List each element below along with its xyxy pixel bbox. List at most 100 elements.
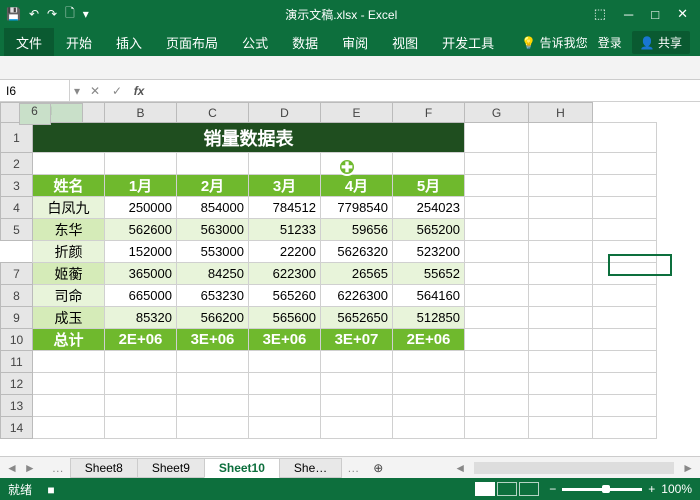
row-header-1[interactable]: 1: [1, 123, 33, 153]
cell[interactable]: [529, 285, 593, 307]
row-header-7[interactable]: 7: [1, 263, 33, 285]
total-cell[interactable]: 3E+06: [249, 329, 321, 351]
new-icon[interactable]: 🗋: [65, 4, 75, 25]
cell[interactable]: [465, 175, 529, 197]
row-header-10[interactable]: 10: [1, 329, 33, 351]
sheet-dots-right[interactable]: …: [341, 461, 365, 475]
share-button[interactable]: 👤 共享: [632, 31, 690, 54]
cell[interactable]: [105, 373, 177, 395]
name-cell[interactable]: 白凤九: [33, 197, 105, 219]
data-cell[interactable]: 854000: [177, 197, 249, 219]
tab-开始[interactable]: 开始: [54, 28, 104, 56]
data-cell[interactable]: 665000: [105, 285, 177, 307]
cell[interactable]: [593, 175, 657, 197]
cell[interactable]: [321, 417, 393, 439]
cell[interactable]: [321, 351, 393, 373]
cell[interactable]: [593, 417, 657, 439]
tab-公式[interactable]: 公式: [230, 28, 280, 56]
spreadsheet-grid[interactable]: ABCDEFGHI1销量数据表23姓名1月2月3月4月5月4白凤九2500008…: [0, 102, 700, 456]
cell[interactable]: [593, 373, 657, 395]
zoom-in-icon[interactable]: +: [648, 482, 655, 496]
col-header-C[interactable]: C: [177, 103, 249, 123]
data-cell[interactable]: 51233: [249, 219, 321, 241]
sheet-tab-Sheet10[interactable]: Sheet10: [204, 458, 280, 478]
col-header-G[interactable]: G: [465, 103, 529, 123]
data-cell[interactable]: 254023: [393, 197, 465, 219]
cell[interactable]: [593, 123, 657, 153]
zoom-level[interactable]: 100%: [661, 482, 692, 496]
cell[interactable]: [529, 351, 593, 373]
row-header-12[interactable]: 12: [1, 373, 33, 395]
data-cell[interactable]: 622300: [249, 263, 321, 285]
tell-me[interactable]: 💡 告诉我您: [521, 34, 587, 51]
close-icon[interactable]: ✕: [677, 6, 688, 22]
cell[interactable]: [529, 219, 593, 241]
cell[interactable]: [105, 351, 177, 373]
row-header-2[interactable]: 2: [1, 153, 33, 175]
cell[interactable]: [529, 329, 593, 351]
cell[interactable]: [393, 373, 465, 395]
data-cell[interactable]: 250000: [105, 197, 177, 219]
cell[interactable]: [593, 307, 657, 329]
table-header[interactable]: 4月: [321, 175, 393, 197]
view-pagebreak-icon[interactable]: [519, 482, 539, 496]
cell[interactable]: [529, 197, 593, 219]
table-header[interactable]: 5月: [393, 175, 465, 197]
row-header-9[interactable]: 9: [1, 307, 33, 329]
sheet-nav-prev-icon[interactable]: ◄: [4, 461, 20, 475]
data-cell[interactable]: 22200: [249, 241, 321, 263]
cell[interactable]: [33, 373, 105, 395]
data-cell[interactable]: 566200: [177, 307, 249, 329]
tab-开发工具[interactable]: 开发工具: [430, 28, 506, 56]
total-cell[interactable]: 2E+06: [105, 329, 177, 351]
name-cell[interactable]: 折颜: [33, 241, 105, 263]
total-cell[interactable]: 2E+06: [393, 329, 465, 351]
data-cell[interactable]: 55652: [393, 263, 465, 285]
col-header-F[interactable]: F: [393, 103, 465, 123]
data-cell[interactable]: 6226300: [321, 285, 393, 307]
cell[interactable]: [593, 219, 657, 241]
data-cell[interactable]: 563000: [177, 219, 249, 241]
cell[interactable]: [593, 241, 657, 263]
tab-审阅[interactable]: 审阅: [330, 28, 380, 56]
name-cell[interactable]: 成玉: [33, 307, 105, 329]
sheet-nav-next-icon[interactable]: ►: [22, 461, 38, 475]
tab-插入[interactable]: 插入: [104, 28, 154, 56]
total-cell[interactable]: 3E+06: [177, 329, 249, 351]
cell[interactable]: [465, 123, 529, 153]
cell[interactable]: [177, 351, 249, 373]
data-cell[interactable]: 562600: [105, 219, 177, 241]
cell[interactable]: [529, 263, 593, 285]
maximize-icon[interactable]: □: [651, 7, 659, 22]
name-cell[interactable]: 东华: [33, 219, 105, 241]
data-cell[interactable]: 564160: [393, 285, 465, 307]
data-cell[interactable]: 523200: [393, 241, 465, 263]
save-icon[interactable]: 💾: [6, 7, 21, 21]
sheet-dots[interactable]: …: [46, 461, 70, 475]
cell[interactable]: [393, 153, 465, 175]
cell[interactable]: [529, 123, 593, 153]
row-header-14[interactable]: 14: [1, 417, 33, 439]
cell[interactable]: [593, 395, 657, 417]
cell[interactable]: [465, 241, 529, 263]
cell[interactable]: [177, 153, 249, 175]
zoom-out-icon[interactable]: −: [549, 482, 556, 496]
cell[interactable]: [593, 351, 657, 373]
data-cell[interactable]: 5626320: [321, 241, 393, 263]
cell[interactable]: [177, 417, 249, 439]
row-header-4[interactable]: 4: [1, 197, 33, 219]
sheet-tab-She…[interactable]: She…: [279, 458, 342, 478]
sheet-tab-Sheet9[interactable]: Sheet9: [137, 458, 205, 478]
cell[interactable]: [529, 417, 593, 439]
cell[interactable]: [321, 153, 393, 175]
cell[interactable]: [465, 417, 529, 439]
data-cell[interactable]: 365000: [105, 263, 177, 285]
cell[interactable]: [249, 373, 321, 395]
name-box[interactable]: I6: [0, 80, 70, 101]
cell[interactable]: [529, 373, 593, 395]
cell[interactable]: [465, 351, 529, 373]
cell[interactable]: [465, 263, 529, 285]
cell[interactable]: [249, 153, 321, 175]
cell[interactable]: [33, 395, 105, 417]
cell[interactable]: [465, 219, 529, 241]
